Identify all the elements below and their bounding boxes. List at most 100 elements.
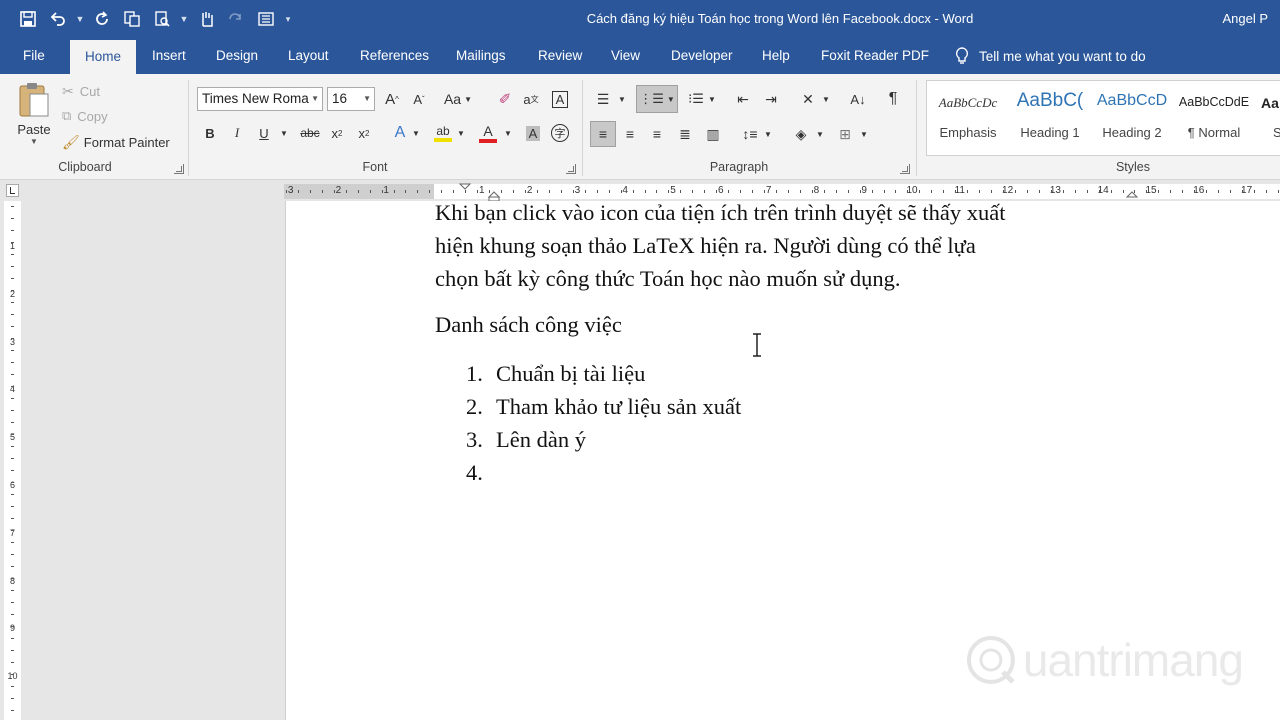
ruler-tick [537, 190, 538, 193]
tab-references[interactable]: References [360, 38, 429, 74]
highlight-dropdown-icon[interactable]: ▼ [456, 121, 466, 145]
vruler-tick [11, 434, 14, 435]
paragraph-launcher-icon[interactable] [900, 164, 910, 174]
ruler-tick [764, 190, 765, 193]
strikethrough-button[interactable]: abc [298, 121, 322, 145]
text-effects-dropdown-icon[interactable]: ▼ [411, 121, 421, 145]
bullets-dropdown-icon[interactable]: ▼ [617, 87, 627, 111]
font-color-dropdown-icon[interactable]: ▼ [503, 121, 513, 145]
numbering-button[interactable]: ⋮☰ ▼ [636, 85, 678, 113]
multilevel-dropdown-icon[interactable]: ▼ [707, 87, 717, 111]
grow-font-icon[interactable]: A ^ [382, 87, 402, 111]
enclose-characters-icon[interactable]: 字 [548, 121, 572, 145]
tab-help[interactable]: Help [762, 38, 790, 74]
phonetic-guide-icon[interactable]: a文 [520, 87, 542, 111]
align-right-button[interactable]: ≡ [646, 121, 668, 147]
superscript-button[interactable]: x2 [354, 121, 374, 145]
multilevel-list-icon[interactable]: ⁝☰ [684, 87, 708, 111]
first-line-indent-marker[interactable] [458, 181, 472, 201]
ruler-tick [417, 190, 418, 193]
text-effects-icon[interactable]: A [389, 121, 411, 145]
change-case-icon[interactable]: Aa ▼ [442, 87, 474, 111]
italic-button[interactable]: I [227, 121, 247, 145]
shading-icon[interactable]: ◈ [790, 121, 812, 147]
font-color-icon[interactable]: A [477, 121, 499, 145]
style-preview: AaBbCcDdE [1178, 95, 1250, 109]
align-center-button[interactable]: ≡ [619, 121, 641, 147]
tab-home[interactable]: Home [70, 40, 136, 74]
vruler-tick [11, 254, 14, 255]
tab-developer[interactable]: Developer [671, 38, 733, 74]
paragraph-line[interactable]: chọn bất kỳ công thức Toán học nào muốn … [435, 266, 900, 292]
underline-dropdown-icon[interactable]: ▼ [279, 121, 289, 145]
decrease-indent-icon[interactable]: ⇤ [732, 87, 754, 111]
line-spacing-icon[interactable]: ↕≡ [738, 121, 762, 147]
tab-view[interactable]: View [611, 38, 640, 74]
borders-dropdown-icon[interactable]: ▼ [859, 121, 869, 147]
copy-button[interactable]: ⧉ Copy [62, 105, 108, 127]
numbering-icon: ⋮☰ [639, 91, 664, 106]
ruler-tick [979, 190, 980, 193]
increase-indent-icon[interactable]: ⇥ [760, 87, 782, 111]
ruler-tick [728, 190, 729, 193]
shading-dropdown-icon[interactable]: ▼ [815, 121, 825, 147]
tab-insert[interactable]: Insert [152, 38, 186, 74]
bold-button[interactable]: B [200, 121, 220, 145]
font-launcher-icon[interactable] [566, 164, 576, 174]
format-painter-button[interactable]: 🖌 Format Painter [62, 131, 170, 153]
asian-layout-icon[interactable]: ✕ [796, 87, 820, 111]
clear-formatting-icon[interactable]: ✐ [494, 87, 516, 111]
tab-mailings[interactable]: Mailings [456, 38, 506, 74]
shrink-font-icon[interactable]: Aˇ [409, 87, 429, 111]
list-heading[interactable]: Danh sách công việc [435, 312, 622, 338]
ruler-tick [884, 190, 885, 193]
character-shading-icon[interactable]: A [522, 121, 544, 145]
justify-button[interactable]: ≣ [674, 121, 696, 147]
list-item[interactable]: Tham khảo tư liệu sản xuất [496, 394, 741, 420]
highlight-color-icon[interactable]: ab [432, 121, 454, 145]
tell-me-search[interactable]: Tell me what you want to do [955, 38, 1146, 74]
style-heading-2[interactable]: AaBbCcD Heading 2 [1091, 81, 1173, 155]
list-item[interactable]: Lên dàn ý [496, 427, 586, 453]
tab-foxit-reader-pdf[interactable]: Foxit Reader PDF [821, 38, 929, 74]
cut-label: Cut [79, 83, 100, 99]
ruler-tick [1194, 190, 1195, 193]
style-more[interactable]: Aa S [1255, 81, 1280, 155]
subscript-button[interactable]: x2 [327, 121, 347, 145]
user-account[interactable]: Angel P [1222, 0, 1268, 38]
tab-selector-icon[interactable] [6, 184, 19, 197]
show-marks-icon[interactable]: ¶ [882, 87, 904, 111]
style-heading-1[interactable]: AaBbC( Heading 1 [1009, 81, 1091, 155]
asian-layout-dropdown-icon[interactable]: ▼ [821, 87, 831, 111]
underline-button[interactable]: U [254, 121, 274, 145]
ruler-tick [1039, 190, 1040, 193]
sort-icon[interactable]: A↓ [847, 87, 869, 111]
vruler-tick [11, 506, 14, 507]
cut-button[interactable]: ✂ Cut [62, 80, 100, 102]
horizontal-ruler[interactable]: 3 2 1 1 2 3 4 5 6 7 8 9 10 11 12 13 14 15 16 17 [0, 181, 1280, 202]
style-emphasis[interactable]: AaBbCcDc Emphasis [927, 81, 1009, 155]
clipboard-launcher-icon[interactable] [174, 164, 184, 174]
paragraph-line[interactable]: hiện khung soạn thảo LaTeX hiện ra. Ngườ… [435, 233, 976, 259]
style-normal[interactable]: AaBbCcDdE ¶ Normal [1173, 81, 1255, 155]
borders-icon[interactable]: ⊞ [834, 121, 856, 147]
paragraph-line[interactable]: Khi bạn click vào icon của tiện ích trên… [435, 200, 1005, 226]
tab-file[interactable]: File [23, 38, 45, 74]
align-left-button[interactable]: ≡ [590, 121, 616, 147]
bullets-icon[interactable]: ☰ [592, 87, 614, 111]
line-spacing-dropdown-icon[interactable]: ▼ [763, 121, 773, 147]
character-border-icon[interactable]: A [549, 87, 571, 111]
ruler-tick [752, 190, 753, 193]
ruler-tick [668, 190, 669, 193]
tab-design[interactable]: Design [216, 38, 258, 74]
list-item[interactable]: Chuẩn bị tài liệu [496, 361, 645, 387]
ruler-tick [848, 190, 849, 193]
tab-review[interactable]: Review [538, 38, 582, 74]
font-name-combo[interactable]: Times New Roma ▼ [197, 87, 323, 111]
distributed-button[interactable]: ▥ [702, 121, 724, 147]
font-size-combo[interactable]: 16 ▼ [327, 87, 375, 111]
ruler-tick [991, 190, 992, 193]
tab-layout[interactable]: Layout [288, 38, 329, 74]
paste-button[interactable]: Paste ▼ [12, 80, 56, 160]
vertical-ruler[interactable]: 1 2 3 4 5 6 7 8 9 10 [4, 201, 21, 720]
